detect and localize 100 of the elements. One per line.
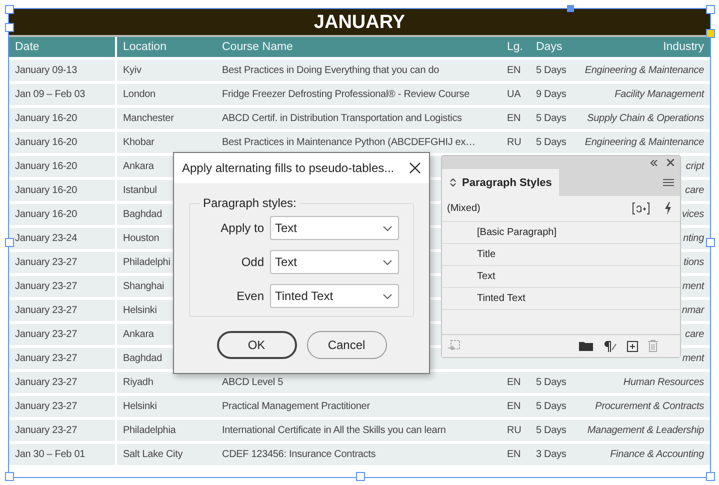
language-cell-text: EN <box>506 377 522 388</box>
date-cell-text: January 23-27 <box>14 401 78 412</box>
collapse-icon[interactable] <box>650 160 658 166</box>
days-cell-text: 5 Days <box>535 137 568 148</box>
lightning-icon[interactable] <box>664 202 672 215</box>
industry-cell: nmar <box>682 305 704 316</box>
language-cell-text: EN <box>506 401 522 412</box>
course-cell-text: International Certificate in All the Skills you can learn <box>221 425 447 436</box>
new-style-icon[interactable] <box>632 202 650 215</box>
language-cell-text: EN <box>506 65 522 76</box>
close-icon[interactable] <box>409 162 421 174</box>
panel-tab[interactable]: Paragraph Styles <box>442 169 559 196</box>
selection-handle[interactable] <box>706 472 715 481</box>
field-label: Even <box>236 289 265 303</box>
location-cell: Helsinki <box>115 396 219 417</box>
selection-handle[interactable] <box>706 238 715 247</box>
chevron-icon <box>383 294 392 298</box>
date-cell-text: January 16-20 <box>14 113 78 124</box>
industry-cell: nting <box>683 233 704 244</box>
style-dropdown[interactable]: Text <box>270 250 399 274</box>
industry-cell: Facility Management <box>614 89 704 100</box>
course-cell-text: Practical Management Practitioner <box>221 401 371 412</box>
location-cell: Manchester <box>115 108 219 129</box>
style-list-item[interactable]: Text <box>442 266 680 288</box>
industry-cell: tions <box>684 257 704 268</box>
corner-handle[interactable] <box>706 29 715 38</box>
industry-cell: care <box>685 185 704 196</box>
industry-cell: Engineering & Maintenance <box>584 137 704 148</box>
course-cell-text: Best Practices in Maintenance Python (ABCDEFGHIJ ex… <box>221 137 476 148</box>
language-cell-text: UA <box>506 89 522 100</box>
date-cell-text: January 16-20 <box>14 209 78 220</box>
chevron-icon <box>383 260 392 264</box>
industry-cell: vices <box>682 209 704 220</box>
column-header: Course Name <box>221 41 294 53</box>
course-cell-text: ABCD Certif. in Distribution Transportation and Logistics <box>221 113 463 124</box>
industry-cell: cript <box>686 161 704 172</box>
selection-handle[interactable] <box>567 5 574 12</box>
location-cell: Philadelphia <box>115 420 219 441</box>
date-cell-text: January 16-20 <box>14 161 78 172</box>
date-cell-text: January 16-20 <box>14 137 78 148</box>
sort-arrows-icon <box>450 178 456 187</box>
date-cell-text: January 23-27 <box>14 353 78 364</box>
industry-cell: Engineering & Maintenance <box>584 65 704 76</box>
selection-handle[interactable] <box>356 472 365 481</box>
add-icon[interactable] <box>627 340 638 352</box>
date-cell-text: January 23-27 <box>14 425 78 436</box>
cancel-button[interactable]: Cancel <box>306 331 386 359</box>
days-cell-text: 5 Days <box>535 65 568 76</box>
style-dropdown[interactable]: Tinted Text <box>270 284 399 308</box>
days-cell-text: 5 Days <box>535 377 568 388</box>
course-cell-text: ABCD Level 5 <box>221 377 284 388</box>
industry-cell: ment <box>682 281 704 292</box>
trash-icon[interactable] <box>648 340 658 352</box>
ok-button[interactable]: OK <box>216 331 296 359</box>
date-cell-text: Jan 30 – Feb 01 <box>14 449 86 460</box>
date-cell-text: Jan 09 – Feb 03 <box>14 89 86 100</box>
date-cell-text: January 23-27 <box>14 377 78 388</box>
days-cell-text: 5 Days <box>535 113 568 124</box>
field-label: Apply to <box>220 221 265 235</box>
industry-cell: Human Resources <box>623 377 704 388</box>
date-cell-text: January 23-24 <box>14 233 78 244</box>
style-list-item[interactable]: [Basic Paragraph] <box>442 222 680 244</box>
date-cell-text: January 23-27 <box>14 305 78 316</box>
column-header: Lg. <box>506 41 524 53</box>
location-cell: Salt Lake City <box>115 444 219 465</box>
current-style: (Mixed) <box>447 203 480 214</box>
chevron-icon <box>383 226 392 230</box>
days-cell-text: 5 Days <box>535 401 568 412</box>
date-cell-text: January 23-27 <box>14 281 78 292</box>
style-dropdown[interactable]: Text <box>270 216 399 240</box>
load-styles-icon[interactable] <box>448 340 460 352</box>
column-header: Location <box>115 37 219 57</box>
style-list-item[interactable]: Tinted Text <box>442 288 680 310</box>
course-cell-text: Best Practices in Doing Everything that you can do <box>221 65 440 76</box>
selection-handle[interactable] <box>5 472 14 481</box>
selection-handle[interactable] <box>706 5 715 14</box>
clear-overrides-icon[interactable] <box>603 340 617 352</box>
date-cell-text: January 09-13 <box>14 65 78 76</box>
industry-cell: Procurement & Contracts <box>595 401 704 412</box>
style-list-item[interactable]: Title <box>442 244 680 266</box>
folder-icon[interactable] <box>579 341 593 351</box>
days-cell-text: 5 Days <box>535 425 568 436</box>
industry-cell: ment <box>682 353 704 364</box>
calendar-title: JANUARY <box>314 10 406 34</box>
language-cell-text: EN <box>506 113 522 124</box>
days-cell-text: 9 Days <box>535 89 568 100</box>
location-cell: London <box>115 84 219 105</box>
language-cell-text: EN <box>506 449 522 460</box>
menu-icon[interactable] <box>663 178 674 186</box>
industry-cell: care <box>685 329 704 340</box>
selection-handle[interactable] <box>5 238 14 247</box>
date-cell-text: January 23-27 <box>14 329 78 340</box>
column-header: Days <box>535 41 564 53</box>
date-cell-text: January 23-27 <box>14 257 78 268</box>
course-cell-text: Fridge Freezer Defrosting Professional® - Review Course <box>221 89 471 100</box>
column-header: Industry <box>663 41 704 53</box>
industry-cell: Management & Leadership <box>587 425 704 436</box>
field-label: Odd <box>240 255 265 269</box>
date-cell-text: January 16-20 <box>14 185 78 196</box>
course-cell-text: CDEF 123456: Insurance Contracts <box>221 449 377 460</box>
